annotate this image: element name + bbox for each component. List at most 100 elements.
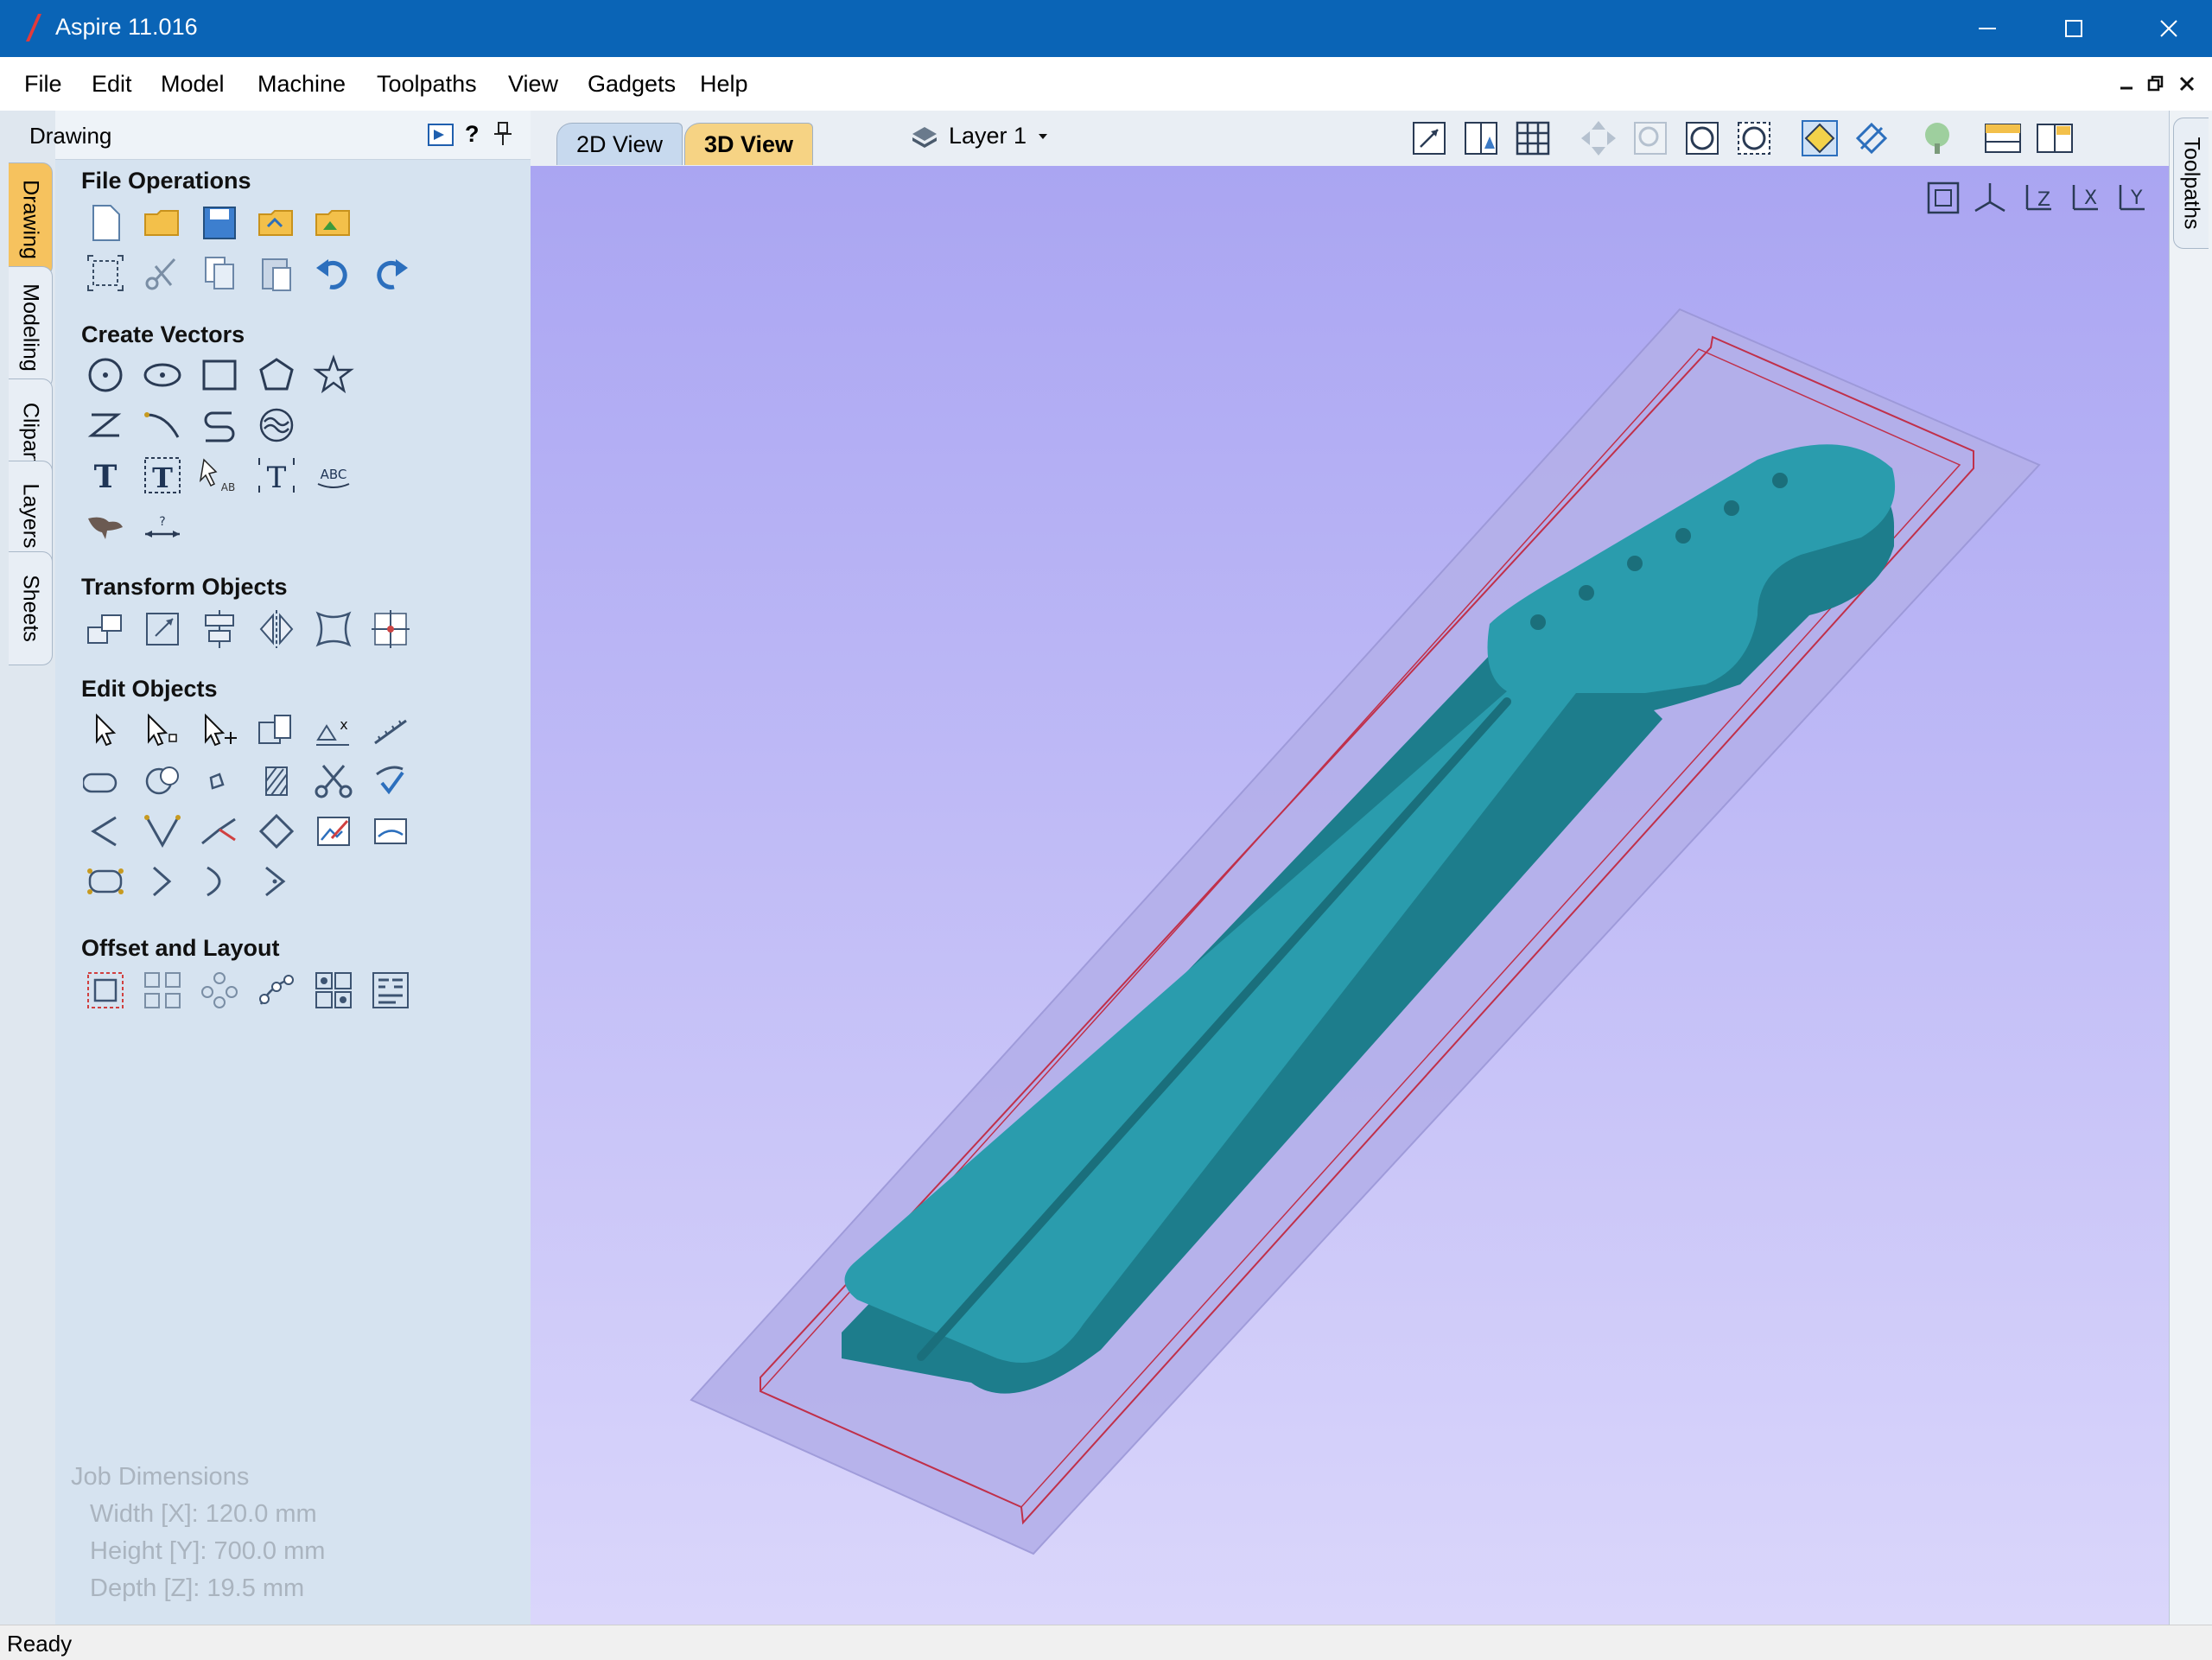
draw-arc-button[interactable]: [197, 403, 242, 448]
measure-distance-button[interactable]: [368, 709, 413, 754]
dimension-button[interactable]: [83, 503, 128, 548]
weld-button[interactable]: [81, 759, 128, 804]
curve-bulge-button[interactable]: [197, 859, 242, 904]
cut-button[interactable]: [140, 251, 185, 296]
copy-button[interactable]: [197, 251, 242, 296]
save-button[interactable]: [197, 200, 242, 245]
measure-button[interactable]: ?: [140, 503, 185, 548]
minimize-button[interactable]: [1944, 0, 2031, 57]
auto-hide-icon[interactable]: [427, 121, 456, 149]
3d-viewport[interactable]: Z X Y: [531, 166, 2169, 1625]
help-icon[interactable]: ?: [465, 121, 480, 148]
select-button[interactable]: [83, 709, 128, 754]
split-view-button[interactable]: [1460, 118, 1502, 159]
zoom-box-button[interactable]: [1681, 118, 1723, 159]
trace-bitmap-button[interactable]: [368, 809, 413, 854]
menu-help[interactable]: Help: [700, 71, 748, 98]
draw-rectangle-button[interactable]: [197, 353, 242, 398]
tab-sheets[interactable]: Sheets: [9, 551, 53, 665]
offset-left-button[interactable]: [83, 809, 128, 854]
offset-button[interactable]: [83, 968, 128, 1013]
auto-layout-text-button[interactable]: T: [140, 453, 185, 498]
interactive-trim-button[interactable]: [254, 709, 299, 754]
import-vectors-button[interactable]: [254, 200, 299, 245]
measure-toggle-button[interactable]: [1851, 118, 1892, 159]
view-iso-button[interactable]: [1970, 178, 2010, 218]
menu-file[interactable]: File: [24, 71, 62, 98]
open-file-button[interactable]: [140, 200, 185, 245]
text-on-curve-button[interactable]: AB: [197, 453, 242, 498]
layout-a-button[interactable]: [1982, 118, 2024, 159]
fillet-button[interactable]: [140, 809, 185, 854]
menu-toolpaths[interactable]: Toolpaths: [377, 71, 477, 98]
pan-button[interactable]: [1578, 118, 1619, 159]
group-edit-button[interactable]: [83, 859, 128, 904]
mirror-button[interactable]: [254, 607, 299, 652]
draw-circle-button[interactable]: [83, 353, 128, 398]
layer-dropdown[interactable]: Layer 1: [911, 123, 1049, 149]
maximize-button[interactable]: [2031, 0, 2117, 57]
new-file-button[interactable]: [83, 200, 128, 245]
text-arc-button[interactable]: T: [254, 453, 299, 498]
pin-icon[interactable]: [493, 121, 513, 147]
view-y-button[interactable]: Y: [2110, 178, 2150, 218]
tab-modeling[interactable]: Modeling: [9, 266, 53, 389]
tab-3d-view[interactable]: 3D View: [684, 123, 814, 165]
scale-button[interactable]: [140, 607, 185, 652]
extend-button[interactable]: [197, 809, 242, 854]
subtract-button[interactable]: [140, 759, 185, 804]
nesting-button[interactable]: [311, 968, 356, 1013]
view-fit-button[interactable]: [1923, 178, 1963, 218]
circular-array-button[interactable]: [197, 968, 242, 1013]
draw-polyline-button[interactable]: [83, 403, 128, 448]
draw-text-button[interactable]: T: [83, 453, 128, 498]
mdi-close-icon[interactable]: [2177, 74, 2196, 93]
draw-star-button[interactable]: [311, 353, 356, 398]
join-vectors-button[interactable]: [368, 759, 413, 804]
menu-model[interactable]: Model: [161, 71, 225, 98]
menu-gadgets[interactable]: Gadgets: [588, 71, 676, 98]
view-z-button[interactable]: Z: [2017, 178, 2056, 218]
layout-b-button[interactable]: [2034, 118, 2075, 159]
redo-button[interactable]: [368, 251, 413, 296]
move-button[interactable]: [83, 607, 128, 652]
curve-arrow-button[interactable]: [254, 859, 299, 904]
align-button[interactable]: [197, 607, 242, 652]
text-on-arc-button[interactable]: ABC: [311, 453, 356, 498]
edit-bitmap-button[interactable]: [311, 809, 356, 854]
paste-button[interactable]: [254, 251, 299, 296]
curve-right-button[interactable]: [140, 859, 185, 904]
transform-mode-button[interactable]: [197, 709, 242, 754]
zoom-selection-button[interactable]: [1733, 118, 1775, 159]
tab-toolpaths[interactable]: Toolpaths: [2173, 118, 2209, 249]
mdi-minimize-icon[interactable]: [2117, 74, 2136, 93]
tab-2d-view[interactable]: 2D View: [556, 123, 683, 165]
fit-curves-button[interactable]: [254, 403, 299, 448]
close-vectors-button[interactable]: [254, 759, 299, 804]
distort-button[interactable]: [311, 607, 356, 652]
menu-machine[interactable]: Machine: [257, 71, 346, 98]
close-button[interactable]: [2126, 0, 2212, 57]
undo-button[interactable]: [311, 251, 356, 296]
smooth-button[interactable]: [254, 809, 299, 854]
render-button[interactable]: [1916, 118, 1958, 159]
node-edit-button[interactable]: [140, 709, 185, 754]
intersect-button[interactable]: [197, 759, 242, 804]
delete-selection-button[interactable]: x: [311, 709, 356, 754]
job-setup-button[interactable]: [83, 251, 128, 296]
tab-drawing[interactable]: Drawing: [9, 162, 53, 277]
draw-polygon-button[interactable]: [254, 353, 299, 398]
mdi-restore-icon[interactable]: [2146, 74, 2165, 93]
draw-ellipse-button[interactable]: [140, 353, 185, 398]
grid-toggle-button[interactable]: [1512, 118, 1554, 159]
set-origin-button[interactable]: [368, 607, 413, 652]
toggle-view-button[interactable]: [1408, 118, 1450, 159]
menu-edit[interactable]: Edit: [92, 71, 132, 98]
scissors-trim-button[interactable]: [311, 759, 356, 804]
draw-curve-button[interactable]: [140, 403, 185, 448]
import-bitmap-button[interactable]: [311, 200, 356, 245]
menu-view[interactable]: View: [508, 71, 558, 98]
auto-layout-button[interactable]: [368, 968, 413, 1013]
view-x-button[interactable]: X: [2063, 178, 2103, 218]
array-copy-button[interactable]: [140, 968, 185, 1013]
